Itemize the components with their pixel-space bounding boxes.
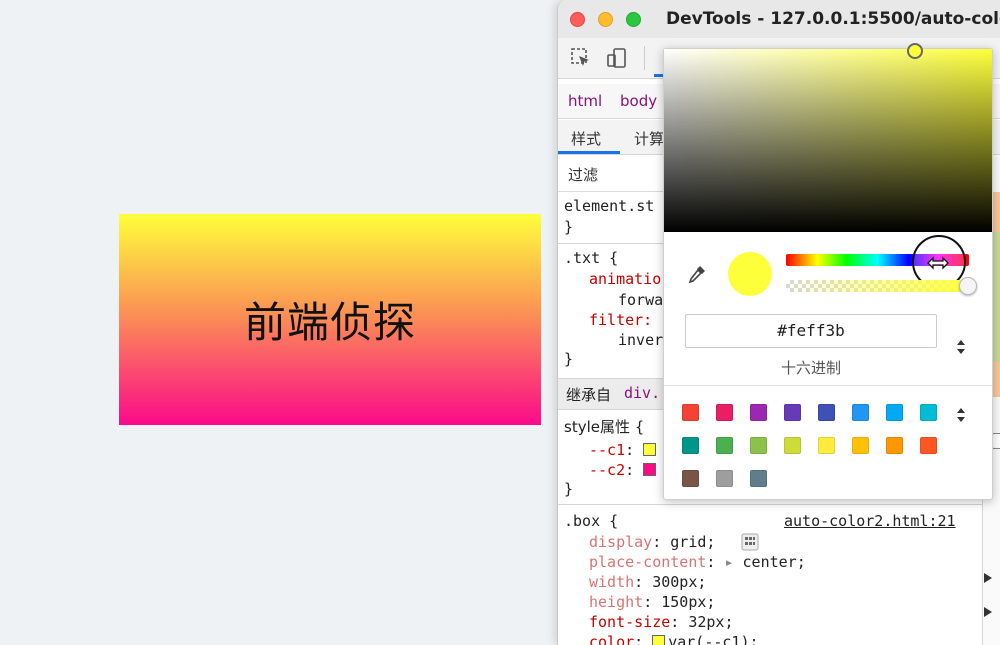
element-style-selector: element.st <box>564 197 655 215</box>
window-title: DevTools - 127.0.0.1:5500/auto-color <box>666 9 1000 29</box>
rule-close-brace: } <box>564 350 574 368</box>
palette-swatch[interactable] <box>716 437 733 454</box>
color-swatch[interactable] <box>652 635 666 645</box>
grid-editor-icon[interactable] <box>741 533 759 551</box>
window-titlebar: DevTools - 127.0.0.1:5500/auto-color <box>558 0 1000 39</box>
rule-close-brace: } <box>564 480 574 498</box>
box-rule-source-link[interactable]: auto-color2.html:21 <box>784 512 956 530</box>
palette-swatch[interactable] <box>818 437 835 454</box>
active-tab-underline <box>558 151 620 154</box>
palette-swatch[interactable] <box>750 437 767 454</box>
device-toolbar-icon[interactable] <box>606 47 628 69</box>
box-color-row[interactable]: color: var(--c1); <box>589 633 759 645</box>
alpha-slider-handle[interactable] <box>959 277 977 295</box>
txt-rule-selector: .txt { <box>564 249 619 267</box>
eyedropper-icon[interactable] <box>686 263 708 285</box>
palette-swatch[interactable] <box>682 470 699 487</box>
txt-filter-property[interactable]: filter: <box>589 311 652 329</box>
palette-swatch[interactable] <box>784 404 801 421</box>
palette-swatch[interactable] <box>920 404 937 421</box>
box-display-row[interactable]: display: grid; <box>589 533 715 551</box>
var-c1-row[interactable]: --c1: <box>589 441 659 459</box>
c2-color-swatch[interactable] <box>643 463 657 476</box>
saturation-value-handle[interactable] <box>907 43 923 59</box>
maximize-window-button[interactable] <box>626 12 641 27</box>
breadcrumb-html[interactable]: html <box>568 92 602 110</box>
rule-divider <box>558 504 1000 505</box>
resize-horizontal-icon <box>927 256 949 270</box>
txt-animation-value[interactable]: forwa <box>618 291 663 309</box>
palette-swatch[interactable] <box>818 404 835 421</box>
palette-swatch[interactable] <box>920 437 937 454</box>
palette-swatch[interactable] <box>852 437 869 454</box>
palette-swatch[interactable] <box>852 404 869 421</box>
palette-swatch[interactable] <box>886 437 903 454</box>
inherited-element-link[interactable]: div. <box>624 384 660 402</box>
txt-filter-value[interactable]: inver <box>618 331 663 349</box>
demo-gradient-box: 前端侦探 <box>119 214 541 425</box>
box-font-size-row[interactable]: font-size: 32px; <box>589 613 734 631</box>
style-attribute-selector: style属性 { <box>564 418 645 436</box>
c1-color-swatch[interactable] <box>643 443 657 456</box>
minimize-window-button[interactable] <box>598 12 613 27</box>
toolbar-divider <box>644 46 645 70</box>
demo-box-text: 前端侦探 <box>243 298 416 347</box>
box-model-padding <box>992 232 1000 362</box>
hex-value-input[interactable]: #feff3b <box>685 314 937 348</box>
palette-swatch[interactable] <box>784 437 801 454</box>
palette-swatch[interactable] <box>886 404 903 421</box>
box-rule-selector: .box { <box>564 512 619 530</box>
palette-swatch[interactable] <box>750 404 767 421</box>
current-color-preview <box>728 252 772 296</box>
box-width-row[interactable]: width: 300px; <box>589 573 706 591</box>
alpha-slider[interactable] <box>786 280 969 292</box>
box-height-row[interactable]: height: 150px; <box>589 593 715 611</box>
breadcrumb-body[interactable]: body <box>620 92 657 110</box>
palette-switch-icon[interactable] <box>954 404 968 426</box>
box-place-content-row[interactable]: place-content: ▸ center; <box>589 553 806 571</box>
close-window-button[interactable] <box>570 12 585 27</box>
palette-swatch[interactable] <box>716 404 733 421</box>
palette-divider <box>664 385 992 386</box>
color-format-label: 十六进制 <box>780 359 841 377</box>
expand-triangle-icon[interactable] <box>983 606 993 618</box>
tab-computed[interactable]: 计算 <box>634 128 664 149</box>
saturation-value-area[interactable] <box>664 49 992 232</box>
inherited-label: 继承自 <box>566 386 612 404</box>
tab-styles[interactable]: 样式 <box>571 128 601 149</box>
filter-input-placeholder: 过滤 <box>568 166 599 184</box>
palette-swatch[interactable] <box>682 404 699 421</box>
rule-close-brace: } <box>564 218 574 236</box>
inspect-element-icon[interactable] <box>570 47 592 69</box>
var-c2-row[interactable]: --c2: <box>589 461 659 479</box>
txt-animation-property[interactable]: animatio <box>589 270 661 288</box>
expand-triangle-icon[interactable] <box>983 572 993 584</box>
color-picker-popup: #feff3b 十六进制 <box>663 43 993 500</box>
palette-swatch[interactable] <box>682 437 699 454</box>
format-toggle-icon[interactable] <box>954 336 968 358</box>
palette-swatch[interactable] <box>750 470 767 487</box>
show-all-checkbox[interactable] <box>992 433 1000 449</box>
palette-swatch[interactable] <box>716 470 733 487</box>
